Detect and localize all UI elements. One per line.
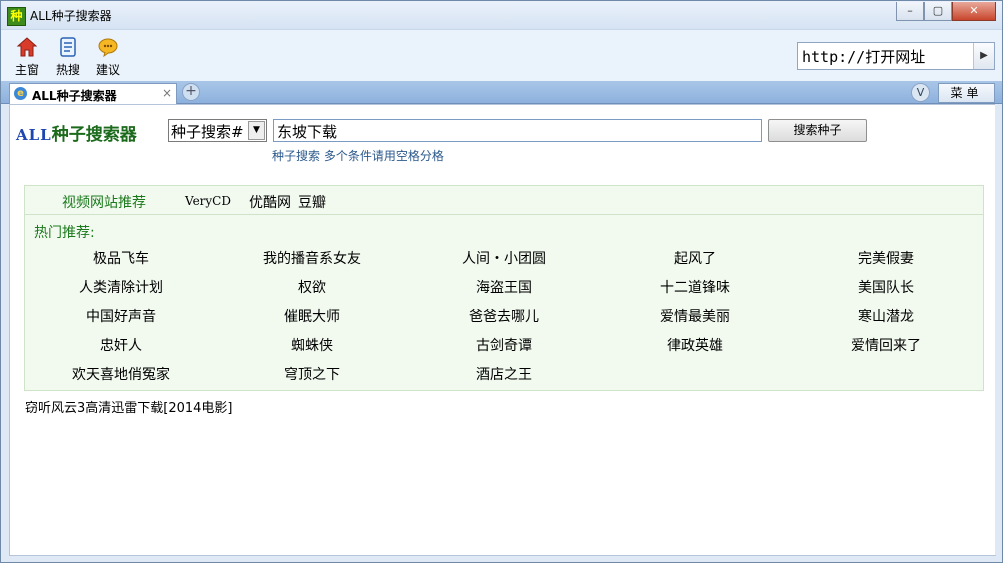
- video-sites-label: 视频网站推荐: [62, 195, 146, 211]
- window-title: ALL种子搜索器: [30, 9, 112, 23]
- hot-link[interactable]: 蜘蛛侠: [291, 335, 333, 355]
- logo-text: 种子搜索器: [51, 125, 137, 145]
- go-arrow-icon[interactable]: ▶: [973, 43, 994, 69]
- hot-link[interactable]: 权欲: [298, 277, 326, 297]
- url-input[interactable]: http://打开网址 ▶: [797, 42, 995, 70]
- hot-link[interactable]: 中国好声音: [86, 306, 156, 326]
- hot-search-label: 热搜: [55, 63, 80, 77]
- hot-link[interactable]: 爱情最美丽: [660, 306, 730, 326]
- url-value: http://打开网址: [802, 48, 926, 66]
- window-edge: [995, 104, 1002, 555]
- window-controls: – ▢ ✕: [896, 2, 996, 21]
- hot-link[interactable]: 忠奸人: [100, 335, 142, 355]
- hot-link[interactable]: 爱情回来了: [851, 335, 921, 355]
- suggestion-icon: [97, 36, 119, 58]
- search-hint: 种子搜索 多个条件请用空格分格: [272, 149, 444, 163]
- home-label: 主窗: [14, 63, 39, 77]
- search-input[interactable]: 东坡下载: [273, 119, 762, 142]
- link-verycd[interactable]: VeryCD: [185, 194, 231, 208]
- title-bar[interactable]: 种 ALL种子搜索器 – ▢ ✕: [1, 1, 1002, 29]
- hot-link[interactable]: 催眠大师: [284, 306, 340, 326]
- search-input-value: 东坡下载: [277, 123, 338, 141]
- search-type-select[interactable]: 种子搜索# ▼: [168, 119, 267, 142]
- tab-label: ALL种子搜索器: [32, 89, 117, 103]
- news-link[interactable]: 窃听风云3高清迅雷下载[2014电影]: [25, 397, 233, 416]
- hot-link[interactable]: 人类清除计划: [79, 277, 163, 297]
- suggestion-button[interactable]: 建议: [90, 36, 126, 78]
- hot-link[interactable]: 美国队长: [858, 277, 914, 297]
- close-tab-icon[interactable]: ×: [162, 86, 172, 100]
- hot-link[interactable]: 爸爸去哪儿: [469, 306, 539, 326]
- home-button[interactable]: 主窗: [9, 36, 45, 78]
- close-button[interactable]: ✕: [952, 2, 996, 21]
- menu-button[interactable]: 菜单: [938, 83, 995, 103]
- hot-link[interactable]: 欢天喜地俏冤家: [72, 364, 170, 384]
- hot-link[interactable]: 我的播音系女友: [263, 248, 361, 268]
- add-tab-button[interactable]: +: [182, 83, 200, 101]
- video-sites-row: 视频网站推荐 VeryCD 优酷网 豆瓣: [25, 186, 983, 215]
- logo-prefix: ALL: [16, 126, 52, 144]
- link-youku[interactable]: 优酷网: [249, 192, 291, 212]
- maximize-button[interactable]: ▢: [924, 2, 952, 21]
- minimize-button[interactable]: –: [896, 2, 924, 21]
- content-area: ALL种子搜索器 种子搜索# ▼ 东坡下载 搜索种子 种子搜索 多个条件请用空格…: [9, 104, 996, 556]
- app-icon: 种: [7, 7, 26, 26]
- dropdown-arrow-icon[interactable]: ▼: [248, 121, 265, 140]
- hot-link[interactable]: 十二道锋味: [660, 277, 730, 297]
- search-seed-button[interactable]: 搜索种子: [768, 119, 867, 142]
- hot-link[interactable]: 极品飞车: [93, 248, 149, 268]
- hot-search-icon: [57, 36, 79, 58]
- tab-bar: e ALL种子搜索器 × + V 菜单: [1, 81, 1002, 104]
- hot-link[interactable]: 古剑奇谭: [476, 335, 532, 355]
- home-icon: [16, 36, 38, 58]
- hot-link[interactable]: 人间・小团圆: [462, 248, 546, 268]
- hot-link[interactable]: 起风了: [674, 248, 716, 268]
- search-logo: ALL种子搜索器: [16, 120, 137, 145]
- ie-icon: e: [14, 87, 27, 100]
- hot-link[interactable]: 海盗王国: [476, 277, 532, 297]
- toolbar: 主窗 热搜 建议 http://打开网址 ▶: [1, 29, 1002, 82]
- hot-link[interactable]: 穹顶之下: [284, 364, 340, 384]
- chevron-down-icon[interactable]: V: [911, 83, 930, 102]
- search-type-value: 种子搜索#: [171, 123, 244, 141]
- hot-search-button[interactable]: 热搜: [50, 36, 86, 78]
- hot-link[interactable]: 酒店之王: [476, 364, 532, 384]
- hot-link[interactable]: 律政英雄: [667, 335, 723, 355]
- hot-link[interactable]: 完美假妻: [858, 248, 914, 268]
- recommend-box: 视频网站推荐 VeryCD 优酷网 豆瓣 热门推荐: 极品飞车 我的播音系女友 …: [24, 185, 984, 391]
- hot-link[interactable]: 寒山潜龙: [858, 306, 914, 326]
- link-douban[interactable]: 豆瓣: [298, 192, 326, 212]
- tab-all-seed-search[interactable]: e ALL种子搜索器 ×: [9, 83, 177, 104]
- hot-title: 热门推荐:: [34, 225, 95, 241]
- app-window: 种 ALL种子搜索器 – ▢ ✕ 主窗 热搜 建议 http://打开网址 ▶ …: [0, 0, 1003, 563]
- suggestion-label: 建议: [95, 63, 120, 77]
